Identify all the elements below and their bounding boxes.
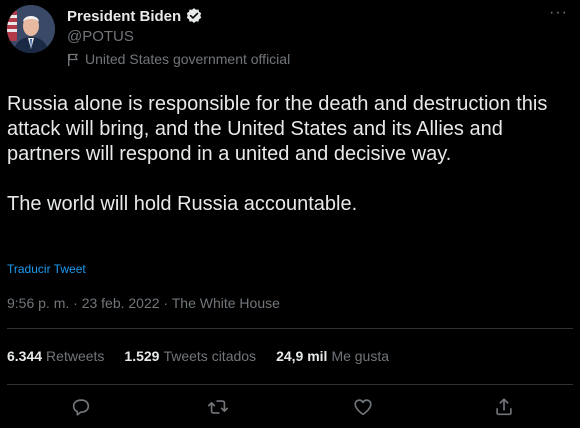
tweet-stats: 6.344 Retweets 1.529 Tweets citados 24,9… — [7, 348, 409, 364]
likes-label: Me gusta — [331, 348, 390, 364]
reply-button[interactable] — [66, 392, 96, 422]
tweet-text: Russia alone is responsible for the deat… — [7, 92, 575, 217]
government-label: United States government official — [67, 51, 290, 67]
verified-badge-icon — [185, 7, 203, 25]
translate-link[interactable]: Traducir Tweet — [7, 262, 86, 276]
flag-icon — [68, 53, 79, 66]
share-button[interactable] — [489, 392, 519, 422]
like-button[interactable] — [348, 392, 378, 422]
tweet-paragraph: The world will hold Russia accountable. — [7, 193, 358, 215]
divider — [7, 328, 573, 329]
more-icon[interactable]: ··· — [549, 4, 568, 22]
action-bar — [0, 392, 580, 422]
retweet-icon — [208, 400, 228, 414]
author-handle[interactable]: @POTUS — [67, 28, 134, 45]
tweet-paragraph: Russia alone is responsible for the deat… — [7, 93, 548, 165]
heart-icon — [354, 399, 372, 416]
retweet-button[interactable] — [203, 392, 233, 422]
reply-icon — [72, 399, 90, 416]
author-name[interactable]: President Biden — [67, 7, 203, 25]
tweet-meta[interactable]: 9:56 p. m. · 23 feb. 2022 · The White Ho… — [7, 295, 280, 311]
likes-count: 24,9 mil — [276, 348, 328, 364]
tweet: President Biden @POTUS United States gov… — [0, 0, 580, 428]
avatar[interactable] — [7, 5, 55, 53]
retweets-stat[interactable]: 6.344 Retweets — [7, 348, 104, 364]
quotes-count: 1.529 — [124, 348, 160, 364]
retweets-label: Retweets — [46, 348, 105, 364]
government-label-text: United States government official — [85, 51, 291, 67]
retweets-count: 6.344 — [7, 348, 43, 364]
divider — [7, 384, 573, 385]
likes-stat[interactable]: 24,9 mil Me gusta — [276, 348, 389, 364]
share-icon — [496, 398, 512, 416]
author-name-text[interactable]: President Biden — [67, 8, 181, 25]
quotes-stat[interactable]: 1.529 Tweets citados — [124, 348, 256, 364]
quotes-label: Tweets citados — [163, 348, 257, 364]
